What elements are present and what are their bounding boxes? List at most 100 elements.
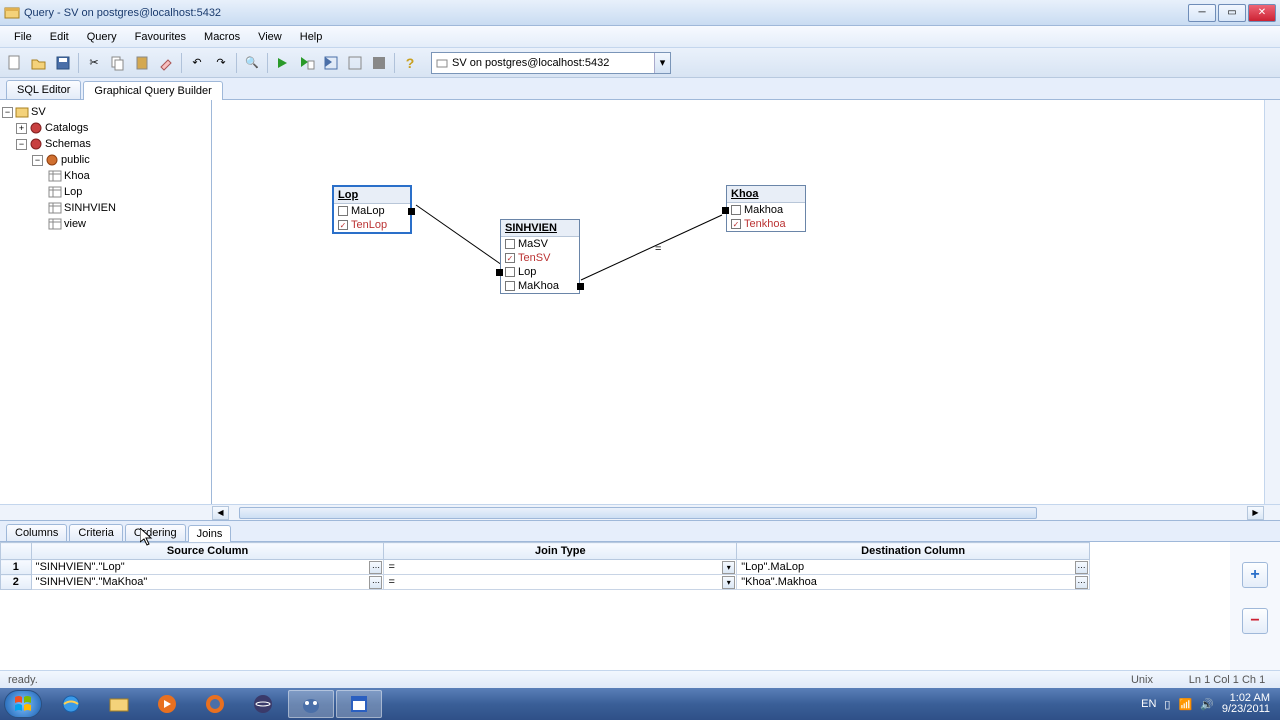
table-row[interactable]: 2 "SINHVIEN"."MaKhoa"⋯ =▾ "Khoa".Makhoa⋯	[1, 575, 1090, 590]
table-khoa-header[interactable]: Khoa	[727, 186, 805, 203]
col-makhoa[interactable]: MaKhoa	[518, 280, 559, 292]
tab-criteria[interactable]: Criteria	[69, 524, 122, 541]
col-tenkhoa[interactable]: Tenkhoa	[744, 218, 786, 230]
menu-query[interactable]: Query	[79, 29, 125, 45]
taskbar-eclipse-icon[interactable]	[240, 690, 286, 718]
menu-favourites[interactable]: Favourites	[127, 29, 194, 45]
collapse-icon[interactable]: −	[16, 139, 27, 150]
tree-table-lop[interactable]: Lop	[64, 186, 82, 198]
tab-columns[interactable]: Columns	[6, 524, 67, 541]
tree-table-sinhvien[interactable]: SINHVIEN	[64, 202, 116, 214]
checkbox-checked-icon[interactable]	[731, 219, 741, 229]
redo-icon[interactable]: ↷	[210, 52, 232, 74]
tree-public[interactable]: public	[61, 154, 90, 166]
tree-catalogs[interactable]: Catalogs	[45, 122, 88, 134]
table-sinhvien-header[interactable]: SINHVIEN	[501, 220, 579, 237]
table-row[interactable]: 1 "SINHVIEN"."Lop"⋯ =▾ "Lop".MaLop⋯	[1, 560, 1090, 575]
explain-icon[interactable]	[320, 52, 342, 74]
checkbox-checked-icon[interactable]	[505, 253, 515, 263]
table-sinhvien[interactable]: SINHVIEN MaSV TenSV Lop MaKhoa	[500, 219, 580, 294]
taskbar-app-icon[interactable]	[336, 690, 382, 718]
checkbox-icon[interactable]	[505, 281, 515, 291]
copy-icon[interactable]	[107, 52, 129, 74]
dropdown-icon[interactable]: ⋯	[369, 576, 382, 589]
start-button[interactable]	[4, 690, 42, 718]
cell-source[interactable]: "SINHVIEN"."Lop"	[36, 561, 125, 573]
cell-jointype[interactable]: =	[388, 576, 394, 588]
dropdown-icon[interactable]: ⋯	[1075, 576, 1088, 589]
checkbox-icon[interactable]	[505, 239, 515, 249]
taskbar-firefox-icon[interactable]	[192, 690, 238, 718]
cell-jointype[interactable]: =	[388, 561, 394, 573]
tab-ordering[interactable]: Ordering	[125, 524, 186, 541]
col-tenlop[interactable]: TenLop	[351, 219, 387, 231]
menu-edit[interactable]: Edit	[42, 29, 77, 45]
dropdown-icon[interactable]: ⋯	[1075, 561, 1088, 574]
collapse-icon[interactable]: −	[2, 107, 13, 118]
system-tray[interactable]: EN ▯ 📶 🔊 1:02 AM 9/23/2011	[1141, 693, 1276, 715]
execute-file-icon[interactable]	[296, 52, 318, 74]
collapse-icon[interactable]: −	[32, 155, 43, 166]
chevron-down-icon[interactable]: ▾	[654, 53, 670, 73]
find-icon[interactable]: 🔍	[241, 52, 263, 74]
col-malop[interactable]: MaLop	[351, 205, 385, 217]
stop-icon[interactable]	[368, 52, 390, 74]
table-khoa[interactable]: Khoa Makhoa Tenkhoa	[726, 185, 806, 232]
cut-icon[interactable]: ✂	[83, 52, 105, 74]
minimize-button[interactable]: ─	[1188, 4, 1216, 22]
network-icon[interactable]: 📶	[1178, 698, 1192, 711]
scroll-thumb[interactable]	[239, 507, 1037, 519]
dropdown-icon[interactable]: ▾	[722, 561, 735, 574]
flag-icon[interactable]: ▯	[1164, 698, 1170, 711]
undo-icon[interactable]: ↶	[186, 52, 208, 74]
col-jointype[interactable]: Join Type	[384, 543, 737, 560]
menu-macros[interactable]: Macros	[196, 29, 248, 45]
connection-select[interactable]: SV on postgres@localhost:5432 ▾	[431, 52, 671, 74]
table-lop[interactable]: Lop MaLop TenLop	[332, 185, 412, 234]
expand-icon[interactable]: +	[16, 123, 27, 134]
cell-dest[interactable]: "Khoa".Makhoa	[741, 576, 817, 588]
help-icon[interactable]: ?	[399, 52, 421, 74]
tray-date[interactable]: 9/23/2011	[1222, 704, 1270, 715]
scroll-right-icon[interactable]: ▶	[1247, 506, 1264, 520]
menu-file[interactable]: File	[6, 29, 40, 45]
col-source[interactable]: Source Column	[31, 543, 384, 560]
checkbox-icon[interactable]	[731, 205, 741, 215]
col-tensv[interactable]: TenSV	[518, 252, 550, 264]
menu-help[interactable]: Help	[292, 29, 331, 45]
canvas-hscrollbar[interactable]: ◀ ▶	[0, 504, 1280, 520]
paste-icon[interactable]	[131, 52, 153, 74]
execute-icon[interactable]	[272, 52, 294, 74]
maximize-button[interactable]: ▭	[1218, 4, 1246, 22]
checkbox-icon[interactable]	[338, 206, 348, 216]
object-tree[interactable]: −SV +Catalogs −Schemas −public Khoa Lop …	[0, 100, 212, 504]
tab-sql-editor[interactable]: SQL Editor	[6, 80, 81, 99]
save-icon[interactable]	[52, 52, 74, 74]
dropdown-icon[interactable]: ▾	[722, 576, 735, 589]
taskbar[interactable]: EN ▯ 📶 🔊 1:02 AM 9/23/2011	[0, 688, 1280, 720]
menu-view[interactable]: View	[250, 29, 290, 45]
close-button[interactable]: ✕	[1248, 4, 1276, 22]
tab-joins[interactable]: Joins	[188, 525, 232, 542]
checkbox-icon[interactable]	[505, 267, 515, 277]
new-icon[interactable]	[4, 52, 26, 74]
taskbar-wmp-icon[interactable]	[144, 690, 190, 718]
joins-grid[interactable]: Source Column Join Type Destination Colu…	[0, 542, 1090, 590]
tree-schemas[interactable]: Schemas	[45, 138, 91, 150]
delete-row-button[interactable]: −	[1242, 608, 1268, 634]
tab-graphical-query-builder[interactable]: Graphical Query Builder	[83, 81, 222, 100]
execute-pgscript-icon[interactable]	[344, 52, 366, 74]
taskbar-ie-icon[interactable]	[48, 690, 94, 718]
cell-dest[interactable]: "Lop".MaLop	[741, 561, 804, 573]
diagram-canvas[interactable]: = Lop MaLop TenLop SINHVIEN MaSV TenSV L…	[212, 100, 1264, 504]
scroll-left-icon[interactable]: ◀	[212, 506, 229, 520]
col-lop[interactable]: Lop	[518, 266, 536, 278]
add-row-button[interactable]: +	[1242, 562, 1268, 588]
tree-table-view[interactable]: view	[64, 218, 86, 230]
tree-table-khoa[interactable]: Khoa	[64, 170, 90, 182]
taskbar-explorer-icon[interactable]	[96, 690, 142, 718]
canvas-vscrollbar[interactable]	[1264, 100, 1280, 504]
dropdown-icon[interactable]: ⋯	[369, 561, 382, 574]
open-icon[interactable]	[28, 52, 50, 74]
clear-icon[interactable]	[155, 52, 177, 74]
